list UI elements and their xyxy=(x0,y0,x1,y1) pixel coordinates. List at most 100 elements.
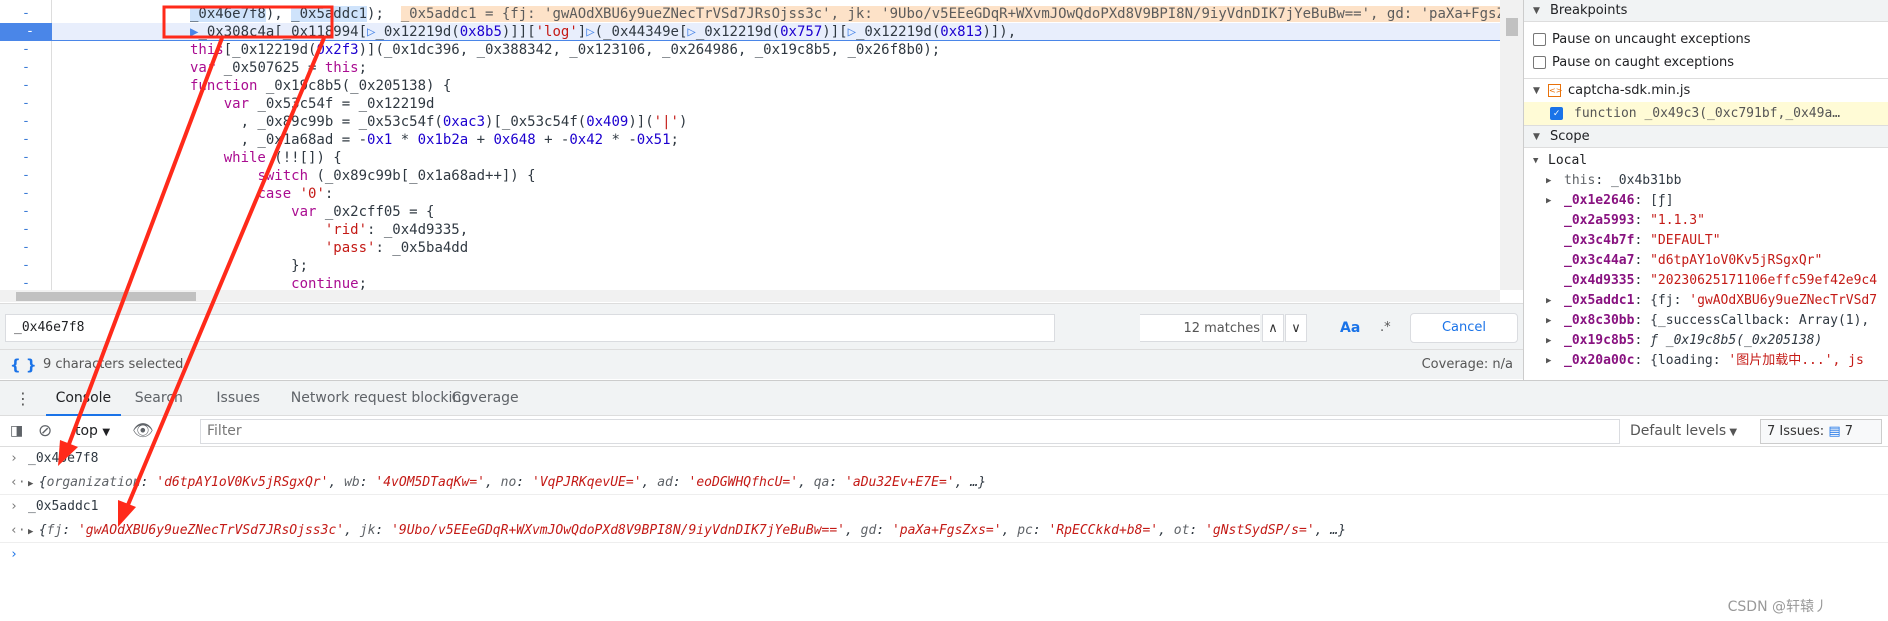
checkbox-checked-icon[interactable]: ✓ xyxy=(1550,107,1563,120)
code-line[interactable]: , _0x1a68ad = -0x1 * 0x1b2a + 0x648 + -0… xyxy=(52,131,1501,149)
expand-triangle-icon[interactable]: ▶ xyxy=(1546,291,1551,311)
code-line[interactable]: , _0x89c99b = _0x53c54f(0xac3)[_0x53c54f… xyxy=(52,113,1501,131)
scope-variable[interactable]: _0x3c4b7f: "DEFAULT" xyxy=(1524,231,1888,251)
scope-variable[interactable]: ▶ _0x20a00c: {loading: '图片加载中...', js xyxy=(1524,351,1888,371)
paused-code-line[interactable]: ▶_0x308c4a[_0x118994[▷_0x12219d(0x8b5)]]… xyxy=(52,23,1501,41)
pretty-print-icon[interactable]: { } xyxy=(10,350,37,380)
checkbox-icon[interactable] xyxy=(1533,33,1546,46)
separator: : xyxy=(1634,353,1651,368)
expand-triangle-icon[interactable]: ▶ xyxy=(1546,191,1551,211)
line-number[interactable]: - xyxy=(0,95,52,113)
code-line[interactable]: case '0': xyxy=(52,185,1501,203)
next-match-button[interactable]: ∨ xyxy=(1285,314,1307,342)
line-number[interactable]: - xyxy=(0,113,52,131)
sidebar-toggle-icon[interactable]: ◨ xyxy=(10,416,23,447)
line-number[interactable]: - xyxy=(0,77,52,95)
filter-input[interactable]: Filter xyxy=(200,419,1620,444)
regex-toggle[interactable]: .* xyxy=(1380,314,1391,342)
more-tools-icon[interactable]: ⋮ xyxy=(15,381,31,416)
code-line[interactable]: var _0x507625 = this; xyxy=(52,59,1501,77)
expand-triangle-icon[interactable]: ▶ xyxy=(1546,171,1551,191)
console-prompt[interactable]: › xyxy=(0,543,1888,567)
line-gutter[interactable]: ---------------- xyxy=(0,0,60,290)
tab-console[interactable]: Console xyxy=(45,381,122,416)
scope-variable[interactable]: _0x3c44a7: "d6tpAY1oV0Kv5jRSgxQr" xyxy=(1524,251,1888,271)
line-number[interactable]: - xyxy=(0,239,52,257)
expand-triangle-icon[interactable]: ▶ xyxy=(28,479,39,489)
line-number[interactable]: - xyxy=(0,5,52,23)
code-token: 0x42 xyxy=(569,132,604,148)
code-line[interactable]: this[_0x12219d(0x2f3)](_0x1dc396, _0x388… xyxy=(52,41,1501,59)
tab-coverage[interactable]: Coverage xyxy=(442,381,529,416)
source-editor[interactable]: ---------------- _0x46e7f8), _0x5addc1);… xyxy=(0,0,1523,290)
scope-variable[interactable]: ▶ _0x19c8b5: ƒ _0x19c8b5(_0x205138) xyxy=(1524,331,1888,351)
code-line[interactable]: while (!![]) { xyxy=(52,149,1501,167)
cancel-button[interactable]: Cancel xyxy=(1410,313,1518,343)
object-token: ot xyxy=(1173,523,1190,538)
console-input-entry[interactable]: › _0x46e7f8 xyxy=(0,447,1888,471)
editor-vertical-scrollbar[interactable] xyxy=(1500,0,1523,290)
find-input[interactable]: _0x46e7f8 xyxy=(5,314,1055,342)
line-number[interactable]: - xyxy=(0,185,52,203)
object-token: , xyxy=(344,523,360,538)
checkbox-icon[interactable] xyxy=(1533,56,1546,69)
code-line[interactable]: 'pass': _0x5ba4dd xyxy=(52,239,1501,257)
expand-triangle-icon[interactable]: ▶ xyxy=(1546,351,1551,371)
clear-console-icon[interactable]: ⊘ xyxy=(38,416,52,447)
previous-match-button[interactable]: ∧ xyxy=(1262,314,1284,342)
levels-label: Default levels xyxy=(1630,423,1727,439)
expand-triangle-icon[interactable]: ▶ xyxy=(1546,331,1551,351)
console-output[interactable]: › _0x46e7f8 ‹· ▶ {organization: 'd6tpAY1oV0… xyxy=(0,447,1888,543)
match-case-toggle[interactable]: Aa xyxy=(1340,314,1360,342)
code-line[interactable]: continue; xyxy=(52,275,1501,290)
tab-search[interactable]: Search xyxy=(125,381,193,416)
breakpoint-item[interactable]: ✓ function _0x49c3(_0xc791bf,_0x49a… xyxy=(1524,102,1888,126)
line-number[interactable]: - xyxy=(0,149,52,167)
code-token: (_0x89c99b[_0x1a68ad++]) { xyxy=(308,168,536,184)
code-line[interactable]: var _0x53c54f = _0x12219d xyxy=(52,95,1501,113)
editor-horizontal-scroll-thumb[interactable] xyxy=(16,292,196,301)
console-result-entry[interactable]: ‹· ▶ {fj: 'gwAOdXBU6y9ueZNecTrVSd7JRsOjss… xyxy=(0,519,1888,543)
tab-issues[interactable]: Issues xyxy=(206,381,270,416)
context-selector[interactable]: top ▼ xyxy=(75,416,110,448)
scope-header[interactable]: ▼ Scope xyxy=(1524,126,1888,148)
pause-uncaught-checkbox[interactable]: Pause on uncaught exceptions xyxy=(1524,28,1888,51)
editor-horizontal-scrollbar[interactable] xyxy=(0,290,1500,302)
issues-button[interactable]: 7 Issues: ▤ 7 xyxy=(1760,419,1882,444)
code-line[interactable]: }; xyxy=(52,257,1501,275)
console-result-entry[interactable]: ‹· ▶ {organization: 'd6tpAY1oV0Kv5jRSgxQr… xyxy=(0,471,1888,495)
code-line[interactable]: 'rid': _0x4d9335, xyxy=(52,221,1501,239)
scope-variable[interactable]: ▶ this: _0x4b31bb xyxy=(1524,171,1888,191)
line-number[interactable]: - xyxy=(0,257,52,275)
code-line[interactable]: function _0x19c8b5(_0x205138) { xyxy=(52,77,1501,95)
line-number[interactable]: - xyxy=(0,41,52,59)
local-scope[interactable]: ▼ Local xyxy=(1524,151,1888,171)
watermark: CSDN @轩辕丿 xyxy=(1727,599,1828,615)
scope-variable[interactable]: _0x2a5993: "1.1.3" xyxy=(1524,211,1888,231)
log-levels-dropdown[interactable]: Default levels ▼ xyxy=(1630,416,1737,448)
line-number[interactable]: - xyxy=(0,167,52,185)
pause-caught-checkbox[interactable]: Pause on caught exceptions xyxy=(1524,51,1888,74)
console-input-entry[interactable]: › _0x5addc1 xyxy=(0,495,1888,519)
scope-variable[interactable]: ▶ _0x5addc1: {fj: 'gwAOdXBU6y9ueZNecTrVSd… xyxy=(1524,291,1888,311)
line-number[interactable]: - xyxy=(0,23,60,41)
line-number[interactable]: - xyxy=(0,59,52,77)
scope-variable[interactable]: ▶ _0x8c30bb: {_successCallback: Array(1), xyxy=(1524,311,1888,331)
value-key: {fj: xyxy=(1650,293,1690,308)
line-number[interactable]: - xyxy=(0,221,52,239)
scope-variable[interactable]: ▶ _0x1e2646: [ƒ] xyxy=(1524,191,1888,211)
breakpoints-header[interactable]: ▼ Breakpoints xyxy=(1524,0,1888,22)
code-line[interactable]: _0x46e7f8), _0x5addc1); _0x5addc1 = {fj:… xyxy=(52,5,1523,23)
scope-variable[interactable]: _0x4d9335: "20230625171106effc59ef42e9c4 xyxy=(1524,271,1888,291)
line-number[interactable]: - xyxy=(0,203,52,221)
expand-triangle-icon[interactable]: ▶ xyxy=(28,527,39,537)
expand-triangle-icon[interactable]: ▶ xyxy=(1546,311,1551,331)
line-number[interactable]: - xyxy=(0,131,52,149)
code-line[interactable]: var _0x2cff05 = { xyxy=(52,203,1501,221)
breakpoint-file[interactable]: ▼ <> captcha-sdk.min.js xyxy=(1524,78,1888,102)
code-line[interactable]: switch (_0x89c99b[_0x1a68ad++]) { xyxy=(52,167,1501,185)
editor-vertical-scroll-thumb[interactable] xyxy=(1506,18,1518,36)
live-expression-eye-icon[interactable]: 👁 xyxy=(132,416,154,447)
line-number[interactable]: - xyxy=(0,275,52,290)
